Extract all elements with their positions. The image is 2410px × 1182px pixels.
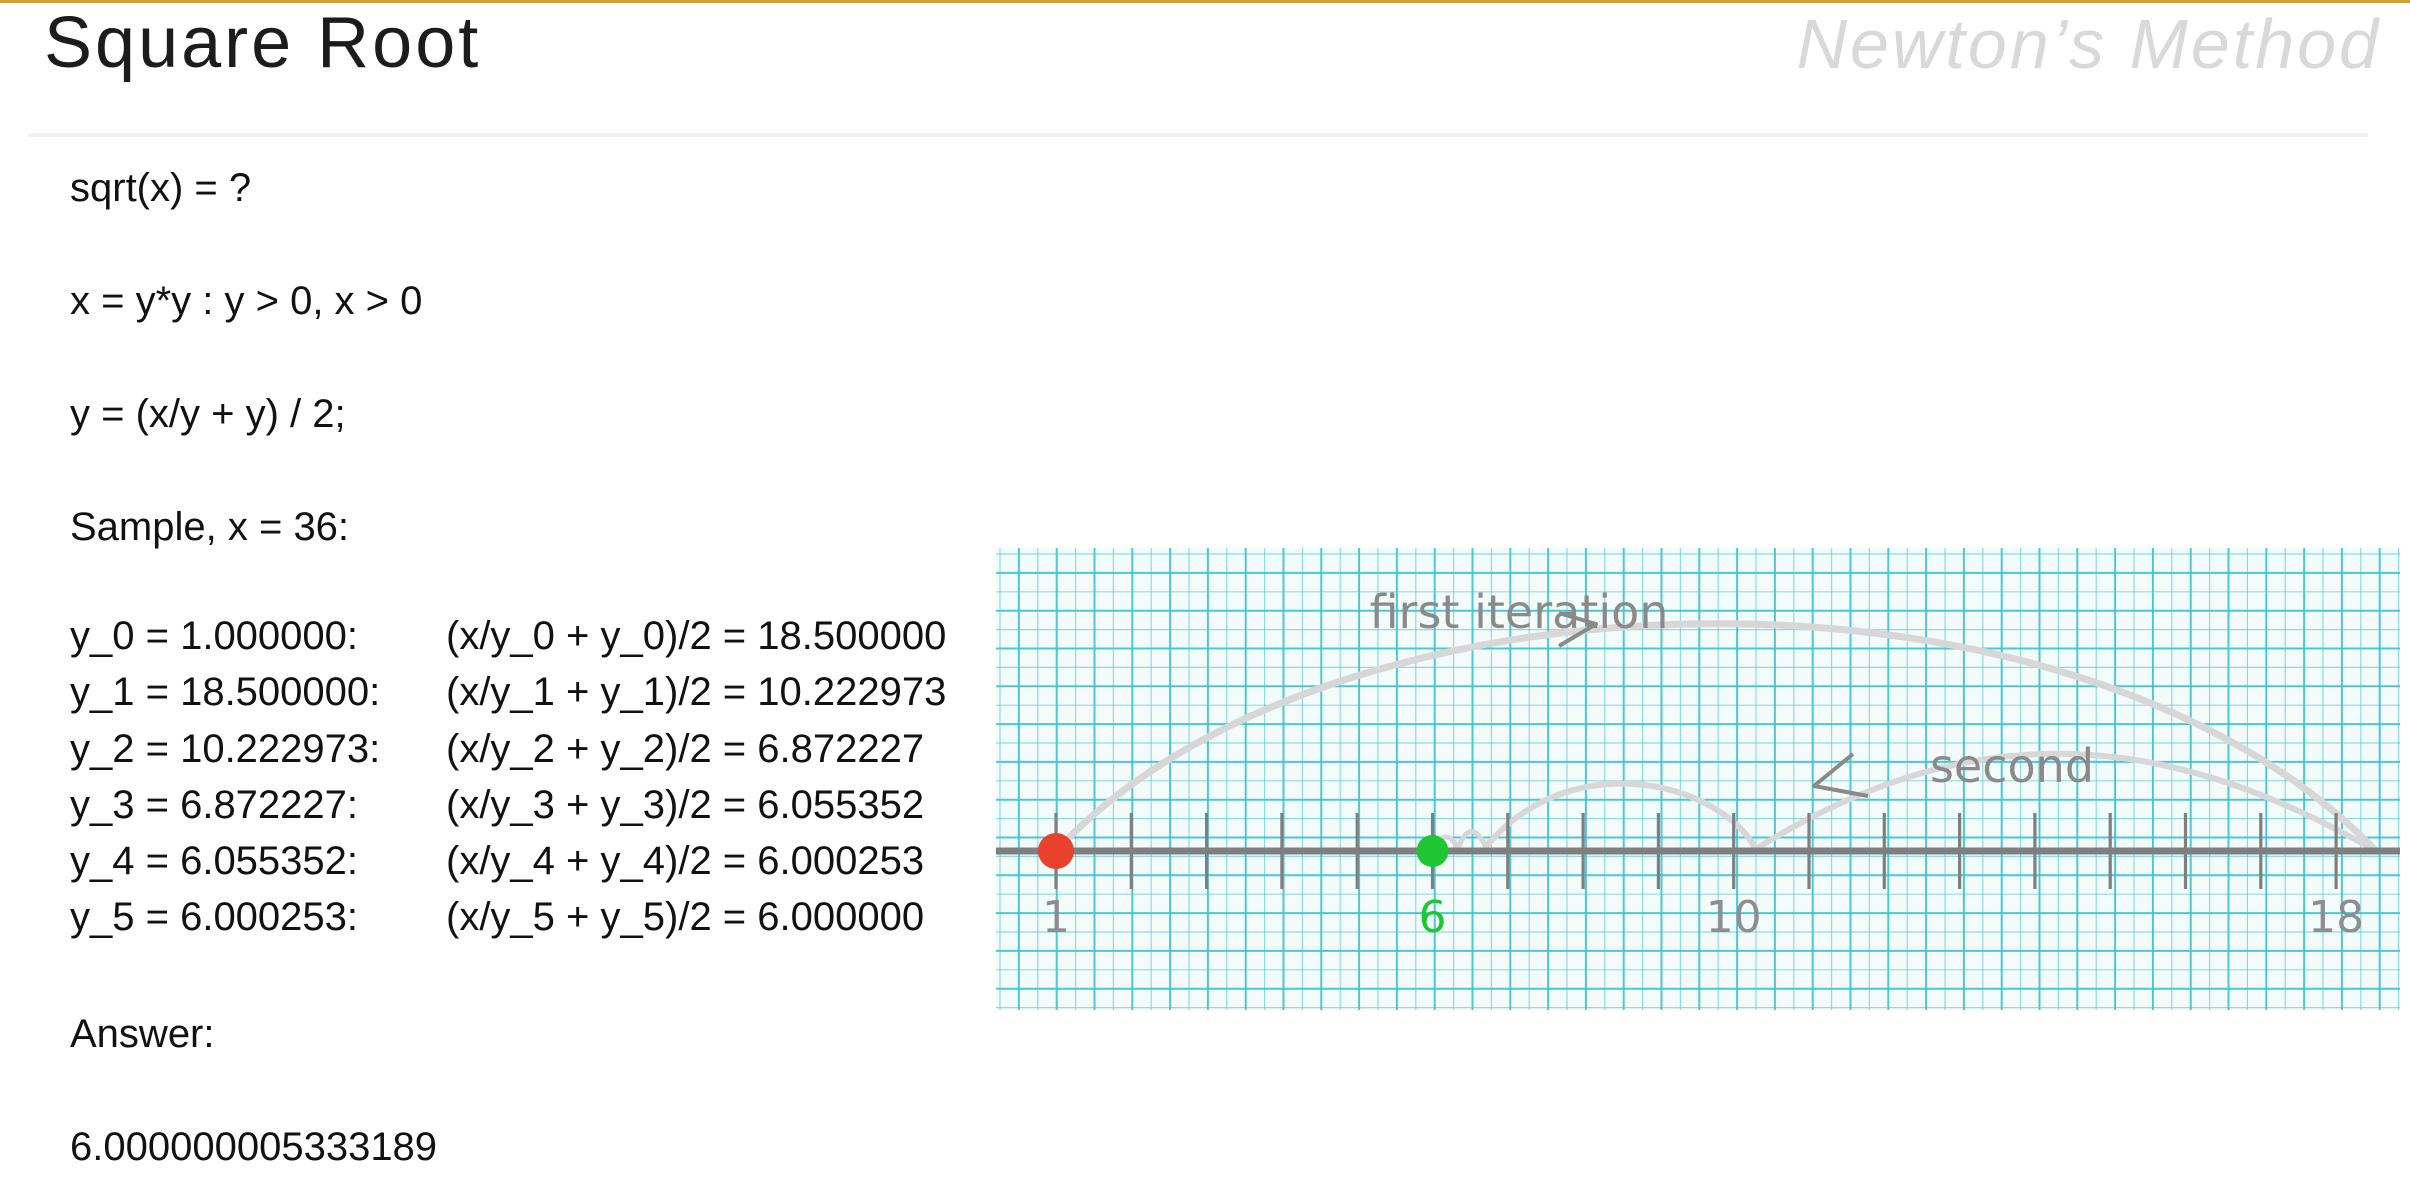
number-line-svg: 1 6 10 18 first iteration second	[996, 548, 2400, 1010]
iteration-lhs: y_1 = 18.500000:	[70, 670, 381, 715]
iteration-lhs: y_2 = 10.222973:	[70, 726, 381, 771]
iteration-lhs: y_3 = 6.872227:	[70, 782, 359, 827]
tick-label: 18	[2308, 892, 2364, 943]
iteration-rhs: (x/y_0 + y_0)/2 = 18.500000	[446, 614, 947, 658]
formula-relation: x = y*y : y > 0, x > 0	[70, 279, 423, 323]
annotation-first-iteration: first iteration	[1370, 585, 1669, 639]
tick-label: 1	[1042, 892, 1070, 943]
graph-paper-grid	[996, 548, 2400, 1010]
iteration-rhs: (x/y_2 + y_2)/2 = 6.872227	[446, 726, 925, 771]
formula-iteration: y = (x/y + y) / 2;	[70, 392, 346, 436]
number-line-figure: 1 6 10 18 first iteration second	[996, 548, 2400, 1010]
formula-sqrt: sqrt(x) = ?	[70, 166, 252, 210]
iteration-lhs: y_0 = 1.000000:	[70, 614, 359, 658]
sample-label: Sample, x = 36:	[70, 505, 350, 549]
graph-paper-background	[996, 548, 2400, 1010]
iteration-rhs: (x/y_1 + y_1)/2 = 10.222973	[446, 670, 947, 715]
root-point-marker	[1416, 835, 1449, 867]
iteration-rhs: (x/y_3 + y_3)/2 = 6.055352	[446, 782, 925, 827]
header-divider	[28, 133, 2368, 137]
slide-subtitle: Newton’s Method	[1796, 5, 2381, 83]
iteration-lhs: y_4 = 6.055352:	[70, 839, 359, 884]
start-point-marker	[1038, 833, 1074, 869]
tick-label: 10	[1706, 892, 1762, 943]
tick-label: 6	[1419, 892, 1447, 943]
annotation-second: second	[1930, 739, 2094, 793]
iteration-rhs: (x/y_4 + y_4)/2 = 6.000253	[446, 839, 925, 884]
iteration-rhs: (x/y_5 + y_5)/2 = 6.000000	[446, 895, 925, 940]
answer-value: 6.000000005333189	[70, 1125, 438, 1169]
answer-label: Answer:	[70, 1012, 215, 1056]
iteration-lhs: y_5 = 6.000253:	[70, 895, 359, 940]
slide-title: Square Root	[44, 3, 482, 83]
